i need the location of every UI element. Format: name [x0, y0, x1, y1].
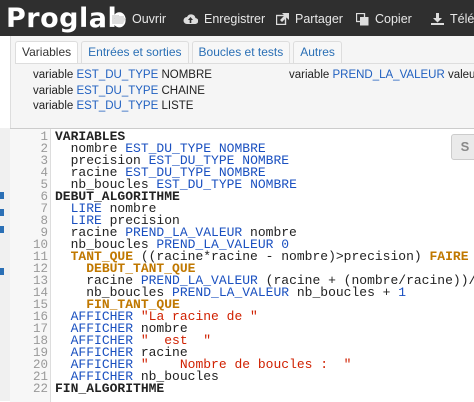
snippet-text: variable	[33, 69, 77, 81]
save-label: Enregistrer	[204, 12, 266, 26]
snippet-text: variable	[289, 69, 333, 81]
tab-others[interactable]: Autres	[293, 41, 342, 63]
snippet-text: variable	[33, 85, 77, 97]
snippet-text: LISTE	[158, 100, 194, 112]
download-label: Téléc	[450, 12, 474, 26]
snippet-keyword: EST_DU_TYPE	[76, 69, 159, 81]
copy-button[interactable]: Copier	[356, 10, 412, 28]
download-button[interactable]: Téléc	[431, 10, 474, 28]
snippet-keyword: EST_DU_TYPE	[76, 100, 159, 112]
download-icon	[431, 13, 444, 25]
tab-inputs-outputs[interactable]: Entrées et sorties	[81, 41, 189, 63]
tab-variables[interactable]: Variables	[15, 41, 79, 63]
snippet-keyword: EST_DU_TYPE	[76, 85, 159, 97]
share-button[interactable]: Partager	[276, 10, 343, 28]
snippet-keyword: PREND_LA_VALEUR	[332, 69, 445, 81]
cloud-upload-icon	[183, 14, 198, 25]
snippet-type-string[interactable]: variable EST_DU_TYPE CHAINE	[33, 85, 205, 97]
top-toolbar: Proglab Ouvrir Enregistrer Partager Copi…	[0, 0, 474, 36]
side-marker	[0, 192, 4, 199]
copy-label: Copier	[375, 12, 412, 26]
side-marker	[0, 226, 4, 233]
share-label: Partager	[295, 12, 343, 26]
tab-loops-tests[interactable]: Boucles et tests	[191, 41, 291, 63]
code-editor[interactable]: 1 2 3 4 5 6 7 8 9 10 11 12 13 14 15 16 17 18 19 20 21 22 VARI…	[10, 128, 474, 402]
side-marker	[0, 209, 4, 216]
code-line[interactable]: FIN_ALGORITHME	[55, 382, 164, 395]
snippet-type-list[interactable]: variable EST_DU_TYPE LISTE	[33, 100, 193, 112]
side-marker	[0, 268, 4, 275]
snippet-text: valeur	[447, 69, 474, 81]
category-tabs: Variables Entrées et sorties Boucles et …	[15, 41, 342, 63]
share-icon	[276, 13, 289, 25]
snippet-text: variable	[33, 100, 77, 112]
snippet-assign-value[interactable]: variable PREND_LA_VALEUR valeur	[289, 69, 474, 81]
snippet-text: NOMBRE	[158, 69, 212, 81]
open-label: Ouvrir	[132, 12, 167, 26]
app-logo: Proglab	[6, 3, 128, 34]
save-button[interactable]: Enregistrer	[183, 10, 265, 28]
side-button[interactable]: S	[451, 134, 474, 160]
copy-icon	[356, 12, 369, 25]
folder-open-icon	[112, 15, 126, 24]
snippet-type-number[interactable]: variable EST_DU_TYPE NOMBRE	[33, 69, 212, 81]
open-button[interactable]: Ouvrir	[112, 10, 166, 28]
line-number-gutter: 1 2 3 4 5 6 7 8 9 10 11 12 13 14 15 16 17 18 19 20 21 22	[10, 129, 51, 402]
line-number: 22	[32, 382, 48, 396]
snippet-text: CHAINE	[158, 85, 205, 97]
tab-divider	[15, 63, 474, 64]
